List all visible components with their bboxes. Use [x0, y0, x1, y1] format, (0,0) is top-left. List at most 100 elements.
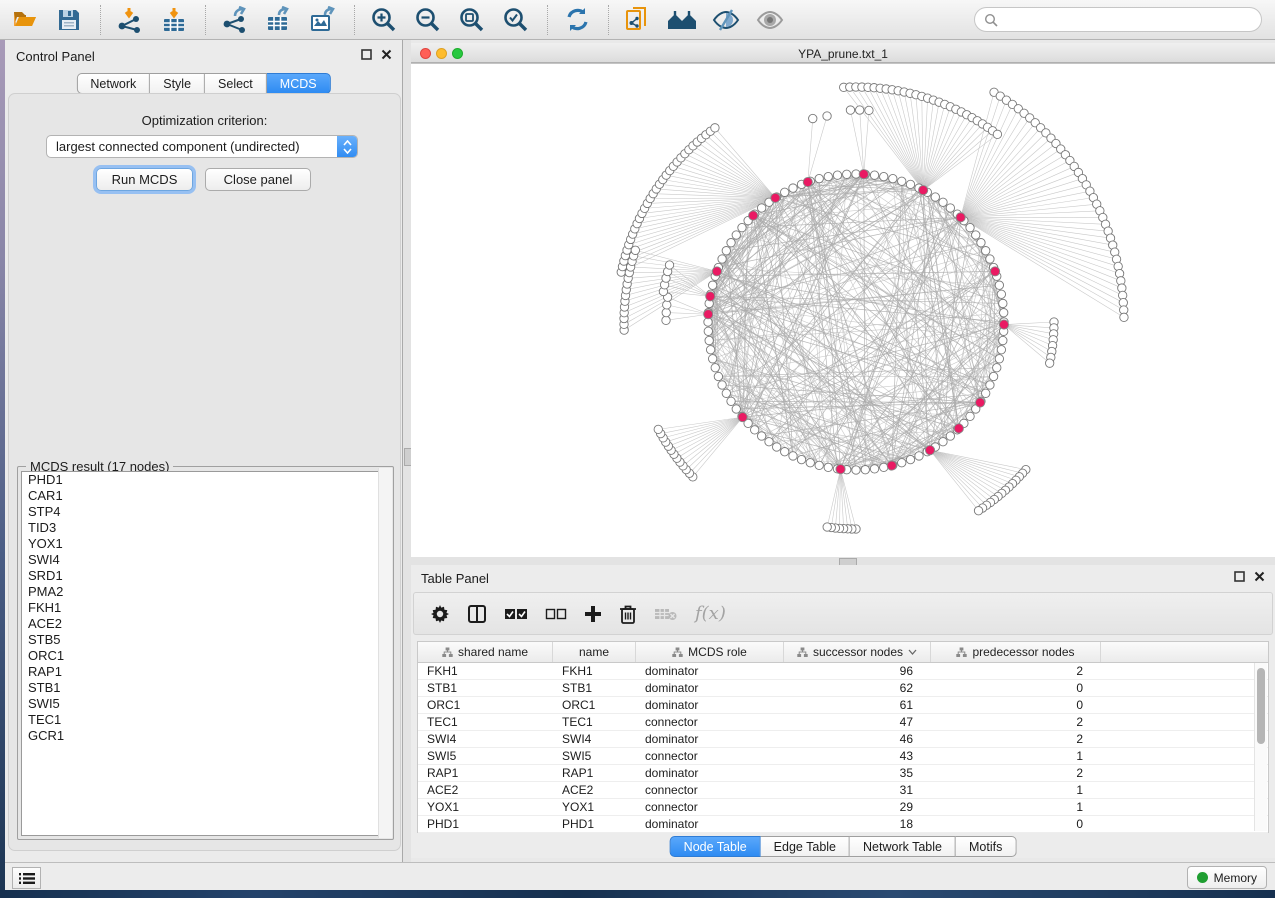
table-cell: dominator [636, 817, 784, 831]
network-window-title: YPA_prune.txt_1 [411, 47, 1275, 61]
search-box[interactable] [974, 7, 1262, 32]
network-from-document-button[interactable] [621, 3, 655, 37]
show-log-button[interactable] [12, 867, 41, 889]
zoom-out-button[interactable] [411, 3, 445, 37]
close-panel-icon[interactable] [1254, 571, 1265, 582]
mcds-result-item[interactable]: SWI5 [22, 696, 389, 712]
table-row[interactable]: TEC1TEC1connector472 [418, 714, 1268, 731]
tab-edge-table[interactable]: Edge Table [761, 836, 850, 857]
float-window-icon[interactable] [361, 49, 372, 60]
table-cell: dominator [636, 698, 784, 712]
table-row[interactable]: RAP1RAP1dominator352 [418, 765, 1268, 782]
mcds-result-item[interactable]: STB1 [22, 680, 389, 696]
home-button[interactable] [665, 3, 699, 37]
zoom-selected-button[interactable] [499, 3, 533, 37]
table-row[interactable]: ORC1ORC1dominator610 [418, 697, 1268, 714]
mcds-result-item[interactable]: CAR1 [22, 488, 389, 504]
table-row[interactable]: YOX1YOX1connector291 [418, 799, 1268, 816]
save-session-button[interactable] [52, 3, 86, 37]
memory-button[interactable]: Memory [1187, 866, 1267, 889]
mcds-result-group: MCDS result (17 nodes) PHD1CAR1STP4TID3Y… [17, 466, 394, 840]
show-hidden-button[interactable] [753, 3, 787, 37]
tab-network[interactable]: Network [76, 73, 150, 94]
float-window-icon[interactable] [1234, 571, 1245, 582]
add-row-icon[interactable] [584, 605, 602, 623]
table-cell: 1 [931, 783, 1101, 797]
table-scrollbar-thumb[interactable] [1257, 668, 1265, 744]
hide-selected-button[interactable] [709, 3, 743, 37]
table-cell: SWI4 [553, 732, 636, 746]
delete-row-icon[interactable] [619, 604, 637, 624]
table-cell: 46 [784, 732, 931, 746]
zoom-in-button[interactable] [367, 3, 401, 37]
mcds-result-item[interactable]: PHD1 [22, 472, 389, 488]
search-input[interactable] [1003, 9, 1261, 31]
close-panel-button[interactable]: Close panel [205, 168, 311, 191]
export-table-button[interactable] [262, 3, 296, 37]
import-table-button[interactable] [157, 3, 191, 37]
tab-motifs[interactable]: Motifs [956, 836, 1016, 857]
horizontal-splitter[interactable] [411, 557, 1275, 565]
mcds-result-item[interactable]: RAP1 [22, 664, 389, 680]
table-row[interactable]: PHD1PHD1dominator180 [418, 816, 1268, 833]
dropdown-stepper-icon [337, 135, 357, 158]
open-file-button[interactable] [8, 3, 42, 37]
network-graph[interactable] [411, 64, 1273, 556]
tab-select[interactable]: Select [205, 73, 267, 94]
table-scrollbar[interactable] [1254, 663, 1267, 831]
refresh-icon [564, 6, 591, 33]
column-header-successor-nodes[interactable]: successor nodes [784, 642, 931, 662]
deselect-all-icon[interactable] [545, 606, 567, 622]
tab-node-table[interactable]: Node Table [670, 836, 761, 857]
table-cell: 2 [931, 664, 1101, 678]
table-row[interactable]: ACE2ACE2connector311 [418, 782, 1268, 799]
table-cell: YOX1 [553, 800, 636, 814]
export-network-button[interactable] [218, 3, 252, 37]
show-columns-icon[interactable] [467, 604, 487, 624]
column-header-mcds-role[interactable]: MCDS role [636, 642, 784, 662]
run-mcds-button[interactable]: Run MCDS [96, 168, 193, 191]
mcds-result-item[interactable]: TEC1 [22, 712, 389, 728]
export-image-button[interactable] [306, 3, 340, 37]
mcds-result-item[interactable]: SWI4 [22, 552, 389, 568]
mcds-result-item[interactable]: ACE2 [22, 616, 389, 632]
column-header-predecessor-nodes[interactable]: predecessor nodes [931, 642, 1101, 662]
mcds-result-item[interactable]: TID3 [22, 520, 389, 536]
tab-style[interactable]: Style [150, 73, 205, 94]
tab-network-table[interactable]: Network Table [850, 836, 956, 857]
mcds-tab-content: Optimization criterion: largest connecte… [8, 93, 401, 851]
column-header-shared-name[interactable]: shared name [418, 642, 553, 662]
close-panel-icon[interactable] [381, 49, 392, 60]
tab-mcds[interactable]: MCDS [267, 73, 331, 94]
table-row[interactable]: STB1STB1dominator620 [418, 680, 1268, 697]
select-all-icon[interactable] [504, 606, 528, 622]
network-window-titlebar[interactable]: YPA_prune.txt_1 [411, 43, 1275, 63]
table-options-gear-icon[interactable] [430, 604, 450, 624]
toolbar-separator [608, 5, 609, 35]
mcds-result-item[interactable]: YOX1 [22, 536, 389, 552]
criterion-dropdown[interactable]: largest connected component (undirected) [46, 135, 358, 158]
table-cell: 2 [931, 766, 1101, 780]
mcds-result-item[interactable]: PMA2 [22, 584, 389, 600]
mcds-result-item[interactable]: ORC1 [22, 648, 389, 664]
import-network-button[interactable] [113, 3, 147, 37]
vertical-splitter[interactable] [403, 40, 411, 862]
mcds-result-item[interactable]: SRD1 [22, 568, 389, 584]
table-row[interactable]: SWI4SWI4dominator462 [418, 731, 1268, 748]
mcds-result-item[interactable]: FKH1 [22, 600, 389, 616]
table-cell: TEC1 [553, 715, 636, 729]
mcds-result-item[interactable]: STB5 [22, 632, 389, 648]
table-row[interactable]: FKH1FKH1dominator962 [418, 663, 1268, 680]
result-list-scrollbar[interactable] [378, 468, 392, 838]
network-canvas[interactable] [411, 63, 1275, 557]
column-header-name[interactable]: name [553, 642, 636, 662]
zoom-selected-icon [502, 6, 530, 34]
mcds-result-item[interactable]: STP4 [22, 504, 389, 520]
memory-status-icon [1197, 872, 1208, 883]
zoom-fit-button[interactable] [455, 3, 489, 37]
refresh-view-button[interactable] [560, 3, 594, 37]
table-row[interactable]: SWI5SWI5connector431 [418, 748, 1268, 765]
function-builder-icon-disabled: f(x) [695, 603, 726, 624]
table-cell: SWI4 [418, 732, 553, 746]
mcds-result-item[interactable]: GCR1 [22, 728, 389, 744]
